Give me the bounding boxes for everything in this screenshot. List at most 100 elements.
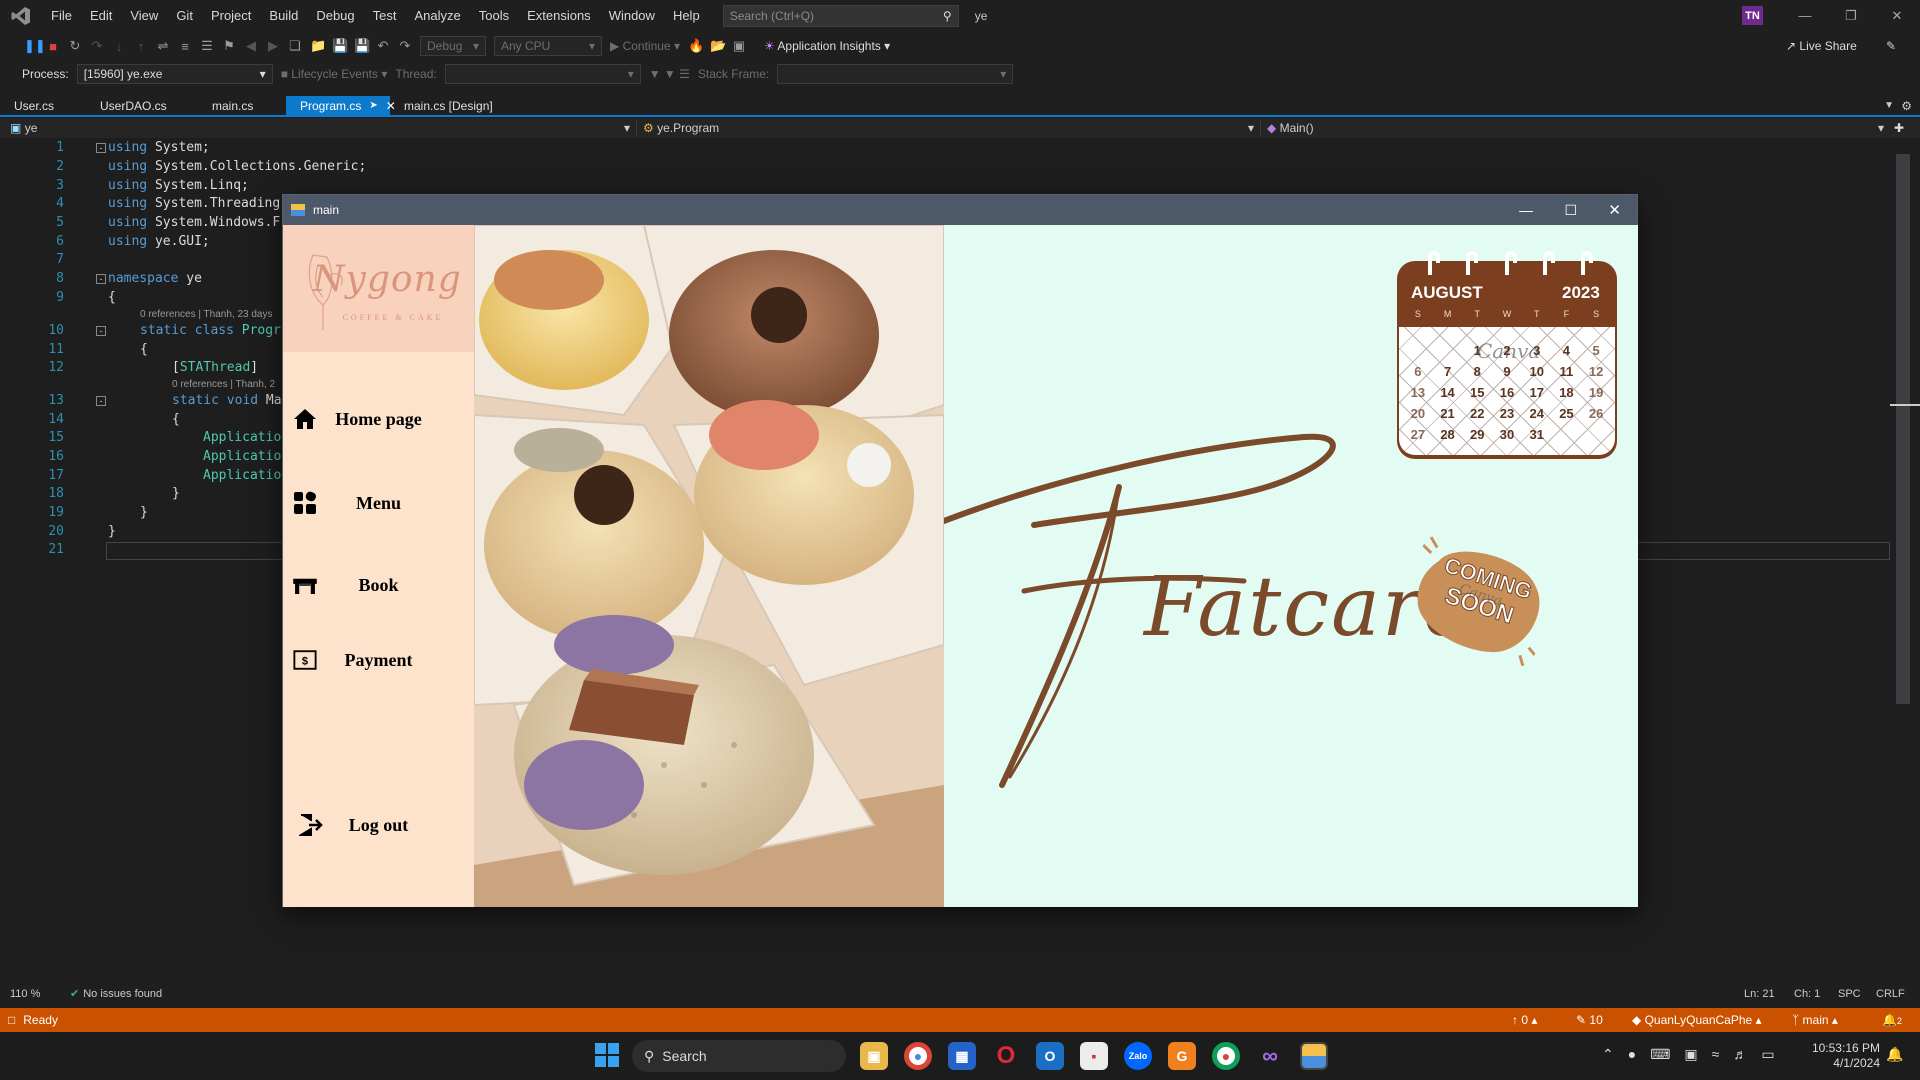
calendar-day[interactable]: 26 bbox=[1581, 406, 1611, 427]
app-close-icon[interactable]: ✕ bbox=[1608, 201, 1621, 219]
menu-analyze[interactable]: Analyze bbox=[405, 0, 469, 31]
thread-dropdown[interactable]: ▾ bbox=[444, 64, 641, 84]
live-share-button[interactable]: ↗ Live Share bbox=[1786, 39, 1857, 53]
redo-icon[interactable]: ↷ bbox=[398, 38, 412, 54]
codelens-references[interactable]: 0 references | Thanh, 2 bbox=[172, 379, 275, 390]
save-all-icon[interactable]: 💾 bbox=[354, 38, 370, 54]
lifecycle-events-button[interactable]: ■ Lifecycle Events ▾ bbox=[281, 67, 388, 81]
calendar-app-icon[interactable]: ▦ bbox=[948, 1042, 976, 1070]
restore-icon[interactable]: ❐ bbox=[1828, 0, 1874, 31]
configuration-dropdown[interactable]: Debug ▾ bbox=[420, 36, 486, 56]
tab-main-cs[interactable]: main.cs bbox=[198, 96, 286, 115]
pending-changes-button[interactable]: ✎ 10 bbox=[1576, 1013, 1603, 1027]
app-minimize-icon[interactable]: — bbox=[1519, 202, 1533, 218]
zoom-level[interactable]: 110 % bbox=[10, 988, 60, 1000]
calendar-day[interactable]: 19 bbox=[1581, 385, 1611, 406]
menu-view[interactable]: View bbox=[121, 0, 167, 31]
collapse-toggle[interactable]: - bbox=[96, 326, 106, 336]
step-into-icon[interactable]: ↓ bbox=[112, 39, 126, 54]
hot-reload-icon[interactable]: ⇌ bbox=[156, 38, 170, 54]
calendar-day[interactable] bbox=[1403, 343, 1433, 364]
menu-build[interactable]: Build bbox=[260, 0, 307, 31]
menu-project[interactable]: Project bbox=[202, 0, 260, 31]
collapse-toggle[interactable]: - bbox=[96, 396, 106, 406]
calendar-day[interactable]: 17 bbox=[1522, 385, 1552, 406]
calendar-day[interactable]: 9 bbox=[1492, 364, 1522, 385]
calendar-day[interactable]: 22 bbox=[1462, 406, 1492, 427]
running-app-taskbar-icon[interactable] bbox=[1300, 1042, 1328, 1070]
collapse-toggle[interactable]: - bbox=[96, 143, 106, 153]
calendar-day[interactable] bbox=[1433, 343, 1463, 364]
hot-reload-flame-icon[interactable]: 🔥 bbox=[688, 38, 704, 54]
minimize-icon[interactable]: — bbox=[1782, 0, 1828, 31]
process-dropdown[interactable]: [15960] ye.exe ▾ bbox=[76, 64, 273, 84]
calendar-day[interactable]: 25 bbox=[1552, 406, 1582, 427]
branch-button[interactable]: ᛉ main ▴ bbox=[1792, 1013, 1838, 1027]
opera-icon[interactable]: O bbox=[992, 1042, 1020, 1070]
menu-edit[interactable]: Edit bbox=[81, 0, 121, 31]
chrome-profile-icon[interactable]: ● bbox=[1212, 1042, 1240, 1070]
new-item-icon[interactable]: ❏ bbox=[288, 38, 302, 54]
calendar-day[interactable]: 29 bbox=[1462, 427, 1492, 448]
visual-studio-logo-icon[interactable] bbox=[0, 0, 42, 31]
calendar-day[interactable]: 6 bbox=[1403, 364, 1433, 385]
tab-overflow-icon[interactable]: ▼ bbox=[1884, 100, 1894, 111]
outlook-icon[interactable]: O bbox=[1036, 1042, 1064, 1070]
menu-window[interactable]: Window bbox=[600, 0, 664, 31]
continue-button[interactable]: ▶ Continue ▾ bbox=[610, 39, 680, 53]
user-avatar[interactable]: TN bbox=[1742, 6, 1763, 25]
clock[interactable]: 10:53:16 PM 4/1/2024 bbox=[1810, 1041, 1880, 1071]
calendar-day[interactable]: 11 bbox=[1552, 364, 1582, 385]
bookmark-icon[interactable]: ⚑ bbox=[222, 38, 236, 54]
calendar-day[interactable]: 15 bbox=[1462, 385, 1492, 406]
step-out-icon[interactable]: ↑ bbox=[134, 39, 148, 54]
windows-start-icon[interactable] bbox=[594, 1042, 620, 1068]
calendar-day[interactable]: 23 bbox=[1492, 406, 1522, 427]
calendar-day[interactable]: 16 bbox=[1492, 385, 1522, 406]
menu-tools[interactable]: Tools bbox=[470, 0, 518, 31]
application-insights-button[interactable]: ☀ Application Insights ▾ bbox=[764, 39, 890, 53]
menu-extensions[interactable]: Extensions bbox=[518, 0, 600, 31]
calendar-day[interactable] bbox=[1581, 427, 1611, 448]
microphone-icon[interactable]: ● bbox=[1628, 1046, 1636, 1063]
tab-main-cs-design[interactable]: main.cs [Design] bbox=[390, 96, 507, 115]
menu-debug[interactable]: Debug bbox=[307, 0, 363, 31]
repository-button[interactable]: ◆ QuanLyQuanCaPhe ▴ bbox=[1632, 1013, 1762, 1027]
wifi-icon[interactable]: ≈ bbox=[1712, 1046, 1720, 1063]
calendar-day[interactable]: 30 bbox=[1492, 427, 1522, 448]
column-indicator[interactable]: Ch: 1 bbox=[1794, 988, 1820, 1000]
volume-icon[interactable]: ♬ bbox=[1733, 1046, 1747, 1063]
logout-button[interactable]: Log out bbox=[283, 803, 474, 847]
class-dropdown[interactable]: ⚙ ye.Program ▾ bbox=[636, 121, 1260, 135]
settings-gear-icon[interactable]: ⚙ bbox=[1901, 99, 1912, 113]
stack-frame-icons[interactable]: ▼ ▼ ☰ bbox=[649, 67, 690, 81]
calendar-day[interactable] bbox=[1552, 427, 1582, 448]
calendar-day[interactable]: 5 bbox=[1581, 343, 1611, 364]
git-client-icon[interactable]: G bbox=[1168, 1042, 1196, 1070]
nav-payment-button[interactable]: $ Payment bbox=[283, 638, 474, 682]
stop-icon[interactable]: ■ bbox=[46, 39, 60, 54]
calendar-day[interactable]: 13 bbox=[1403, 385, 1433, 406]
menu-help[interactable]: Help bbox=[664, 0, 709, 31]
menu-test[interactable]: Test bbox=[364, 0, 406, 31]
whitespace-indicator[interactable]: SPC bbox=[1838, 988, 1861, 1000]
menu-git[interactable]: Git bbox=[167, 0, 202, 31]
step-over-icon[interactable]: ↷ bbox=[90, 38, 104, 54]
app-title-bar[interactable]: main — ☐ ✕ bbox=[283, 195, 1637, 225]
stack-frame-dropdown[interactable]: ▾ bbox=[777, 64, 1014, 84]
chrome-icon[interactable]: ● bbox=[904, 1042, 932, 1070]
format-icon[interactable]: ≡ bbox=[178, 39, 192, 54]
feedback-icon[interactable]: ✎ bbox=[1886, 39, 1896, 53]
calendar-day[interactable]: 27 bbox=[1403, 427, 1433, 448]
menu-file[interactable]: File bbox=[42, 0, 81, 31]
chevron-up-icon[interactable]: ⌃ bbox=[1602, 1046, 1614, 1063]
calendar-day[interactable]: 20 bbox=[1403, 406, 1433, 427]
back-icon[interactable]: ◀ bbox=[244, 38, 258, 54]
line-indicator[interactable]: Ln: 21 bbox=[1744, 988, 1775, 1000]
browse-icon[interactable]: 📂 bbox=[710, 38, 726, 54]
calendar-day[interactable]: 24 bbox=[1522, 406, 1552, 427]
notification-bell-icon[interactable]: 🔔 bbox=[1886, 1046, 1903, 1063]
collapse-toggle[interactable]: - bbox=[96, 274, 106, 284]
line-ending-indicator[interactable]: CRLF bbox=[1876, 988, 1905, 1000]
member-dropdown[interactable]: ◆ Main() ▾ bbox=[1260, 121, 1890, 135]
